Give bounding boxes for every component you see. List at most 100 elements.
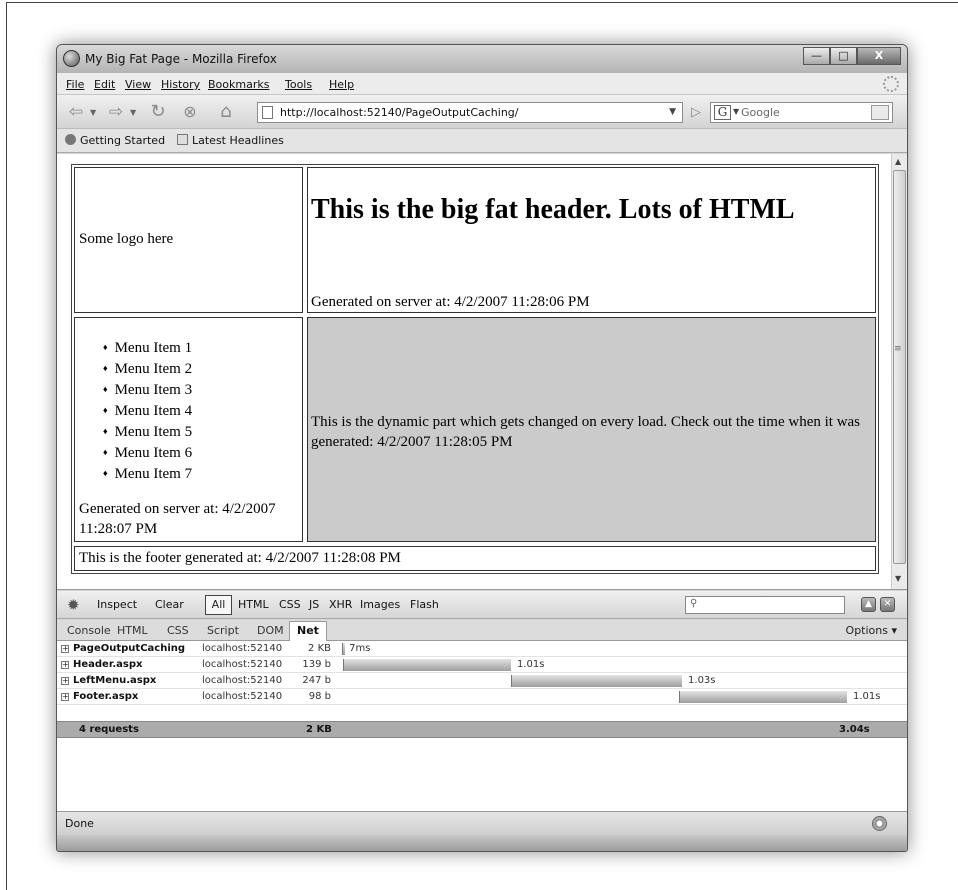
filter-html-button[interactable]: HTML	[238, 598, 269, 611]
rss-feed-icon	[177, 134, 188, 145]
page-header-title: This is the big fat header. Lots of HTML	[311, 194, 795, 225]
expand-icon[interactable]: +	[61, 645, 69, 653]
timeline-bar	[510, 675, 683, 687]
firebug-close-icon[interactable]: ✕	[880, 597, 895, 612]
home-icon[interactable]: ⌂	[215, 101, 237, 123]
layout-table: Some logo here This is the big fat heade…	[71, 164, 879, 574]
request-size: 139 b	[302, 659, 331, 670]
request-name: Header.aspx	[73, 659, 143, 670]
forward-history-dropdown[interactable]: ▼	[130, 108, 136, 117]
firebug-panel-tabs: Console HTML CSS Script DOM Net Options …	[57, 620, 907, 641]
request-time: 7ms	[349, 643, 371, 654]
firebug-search-input[interactable]: ⚲	[685, 596, 845, 614]
page-icon	[262, 106, 273, 119]
scroll-down-arrow-icon[interactable]: ▼	[895, 574, 901, 583]
go-arrow-icon[interactable]: ▷	[691, 105, 701, 120]
request-row[interactable]: + LeftMenu.aspx localhost:52140 247 b 1.…	[57, 673, 907, 689]
search-input[interactable]: Google	[741, 106, 780, 119]
tab-css[interactable]: CSS	[167, 624, 189, 637]
back-arrow-icon[interactable]: ⇦	[65, 101, 87, 123]
firebug-bug-icon[interactable]: ✹	[67, 596, 80, 614]
request-row[interactable]: + PageOutputCaching localhost:52140 2 KB…	[57, 641, 907, 657]
tab-dom[interactable]: DOM	[257, 624, 284, 637]
title-bar[interactable]: My Big Fat Page - Mozilla Firefox — □ X	[57, 45, 907, 73]
menu-file[interactable]: File	[66, 78, 84, 91]
expand-icon[interactable]: +	[61, 693, 69, 701]
menu-list-item: Menu Item 5	[103, 421, 192, 442]
menu-view[interactable]: View	[125, 78, 151, 91]
expand-icon[interactable]: +	[61, 677, 69, 685]
filter-xhr-button[interactable]: XHR	[329, 598, 352, 611]
request-time: 1.01s	[516, 659, 545, 670]
url-history-dropdown[interactable]: ▼	[669, 107, 676, 117]
minimize-button[interactable]: —	[803, 47, 830, 65]
status-text: Done	[65, 817, 94, 830]
filter-images-button[interactable]: Images	[360, 598, 400, 611]
expand-icon[interactable]: +	[61, 661, 69, 669]
bookmark-label: Latest Headlines	[192, 134, 284, 147]
logo-text: Some logo here	[79, 231, 174, 247]
search-engine-icon[interactable]: G	[714, 105, 731, 120]
clear-button[interactable]: Clear	[155, 598, 184, 611]
url-text[interactable]: http://localhost:52140/PageOutputCaching…	[280, 106, 518, 119]
filter-all-button[interactable]: All	[205, 595, 232, 615]
firebug-minimize-icon[interactable]: ▲	[861, 597, 876, 612]
menu-list-item: Menu Item 2	[103, 358, 192, 379]
search-box[interactable]: G ▼ Google	[710, 102, 893, 123]
request-size: 98 b	[308, 691, 331, 702]
tab-script[interactable]: Script	[207, 624, 239, 637]
scroll-up-arrow-icon[interactable]: ▲	[895, 157, 901, 166]
tab-html[interactable]: HTML	[117, 624, 148, 637]
footer-cell: This is the footer generated at: 4/2/200…	[74, 546, 876, 571]
maximize-button[interactable]: □	[830, 47, 857, 65]
menu-edit[interactable]: Edit	[94, 78, 115, 91]
options-menu[interactable]: Options ▾	[846, 624, 897, 637]
menu-list-item: Menu Item 4	[103, 400, 192, 421]
request-row[interactable]: + Header.aspx localhost:52140 139 b 1.01…	[57, 657, 907, 673]
scrollbar-thumb[interactable]	[893, 170, 906, 564]
menu-help[interactable]: Help	[329, 78, 354, 91]
timeline-bar	[343, 659, 511, 671]
request-row[interactable]: + Footer.aspx localhost:52140 98 b 1.01s	[57, 689, 907, 705]
search-magnifier-icon[interactable]	[871, 105, 889, 120]
filter-js-button[interactable]: JS	[309, 598, 319, 611]
request-size: 247 b	[302, 675, 331, 686]
bookmark-getting-started[interactable]: Getting Started	[65, 134, 165, 147]
page-content: Some logo here This is the big fat heade…	[57, 154, 907, 590]
getting-started-icon	[65, 134, 76, 145]
back-history-dropdown[interactable]: ▼	[90, 108, 96, 117]
header-generated-time: Generated on server at: 4/2/2007 11:28:0…	[311, 294, 590, 310]
summary-request-count: 4 requests	[79, 724, 139, 735]
tab-net[interactable]: Net	[289, 621, 327, 641]
search-engine-dropdown[interactable]: ▼	[733, 107, 739, 116]
timeline-bar	[679, 691, 847, 703]
menu-bar: File Edit View History Bookmarks Tools H…	[57, 73, 907, 95]
firebug-status-icon[interactable]	[872, 816, 887, 831]
inspect-button[interactable]: Inspect	[97, 598, 137, 611]
menu-bookmarks[interactable]: Bookmarks	[208, 78, 269, 91]
bookmark-latest-headlines[interactable]: Latest Headlines	[177, 134, 284, 147]
menu-history[interactable]: History	[161, 78, 200, 91]
firefox-logo-icon	[63, 50, 80, 67]
close-button[interactable]: X	[857, 47, 901, 65]
menu-tools[interactable]: Tools	[285, 78, 312, 91]
search-icon: ⚲	[690, 598, 698, 609]
tab-console[interactable]: Console	[67, 624, 111, 637]
header-cell: This is the big fat header. Lots of HTML…	[307, 167, 876, 313]
menu-list-item: Menu Item 3	[103, 379, 192, 400]
stop-icon[interactable]: ⊗	[179, 101, 201, 123]
firebug-toolbar: ✹ Inspect Clear All HTML CSS JS XHR Imag…	[57, 591, 907, 619]
forward-arrow-icon[interactable]: ⇨	[105, 101, 127, 123]
dynamic-content-text: This is the dynamic part which gets chan…	[311, 414, 861, 450]
vertical-scrollbar[interactable]: ▲ ≡ ▼	[891, 154, 907, 589]
url-bar[interactable]: http://localhost:52140/PageOutputCaching…	[257, 102, 683, 123]
filter-flash-button[interactable]: Flash	[410, 598, 439, 611]
request-time: 1.01s	[853, 691, 881, 702]
bookmark-label: Getting Started	[80, 134, 166, 147]
reload-icon[interactable]: ↻	[147, 101, 169, 123]
request-time: 1.03s	[688, 675, 716, 686]
filter-css-button[interactable]: CSS	[279, 598, 301, 611]
menu-list-item: Menu Item 1	[103, 337, 192, 358]
left-menu-cell: Menu Item 1 Menu Item 2 Menu Item 3 Menu…	[74, 317, 303, 542]
request-name: PageOutputCaching	[73, 643, 186, 654]
